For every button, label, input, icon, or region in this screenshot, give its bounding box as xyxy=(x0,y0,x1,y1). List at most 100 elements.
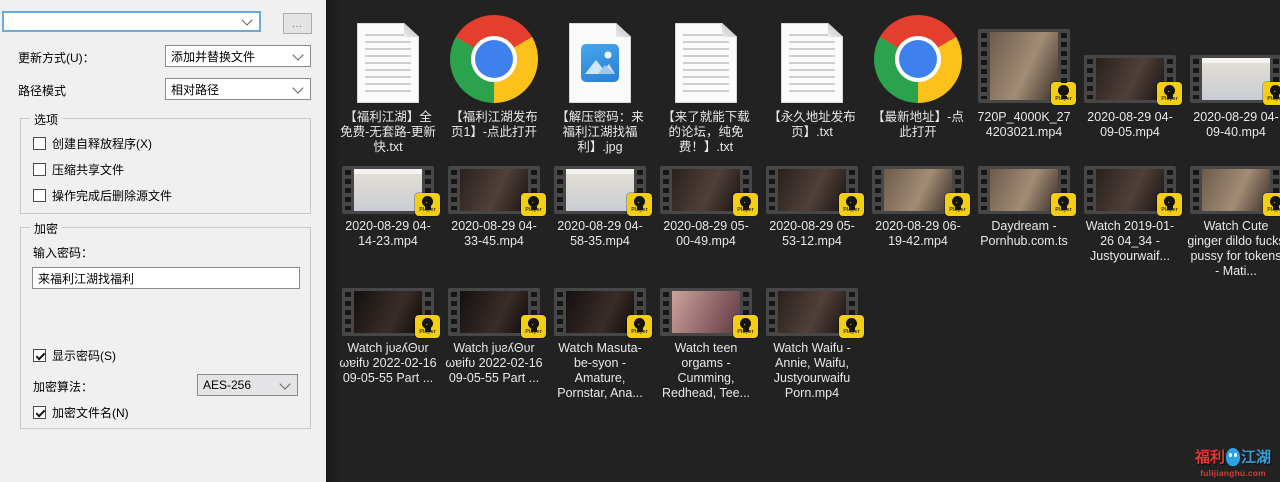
player-badge-icon: Player xyxy=(521,315,546,338)
file-name: Watch Cute ginger dildo fucks pussy for … xyxy=(1183,219,1280,279)
file-item[interactable]: Player Daydream - Pornhub.com.ts xyxy=(971,166,1077,288)
checkbox-encrypt-filenames[interactable]: 加密文件名(N) xyxy=(33,404,129,421)
archive-name-combobox[interactable] xyxy=(2,11,261,32)
text-file-icon xyxy=(357,23,419,103)
player-badge-icon: Player xyxy=(1051,193,1076,216)
video-thumbnail: Player xyxy=(448,288,540,336)
file-item[interactable]: Player 2020-08-29 04-14-23.mp4 xyxy=(335,166,441,288)
player-badge-icon: Player xyxy=(1051,82,1076,105)
file-name: Watch Waifu - Annie, Waifu, Justyourwaif… xyxy=(759,341,865,401)
file-name: 2020-08-29 05-53-12.mp4 xyxy=(759,219,865,249)
text-file-icon xyxy=(675,23,737,103)
file-item[interactable]: 【福利江湖】全免费-无套路-更新快.txt xyxy=(335,8,441,166)
player-badge-icon: Player xyxy=(1263,193,1280,216)
video-thumbnail: Player xyxy=(1084,166,1176,214)
file-item[interactable]: Player Watch jυƨʎΘυr ωɐifυ 2022-02-16 09-… xyxy=(441,288,547,401)
chevron-down-icon xyxy=(292,49,303,60)
text-file-icon xyxy=(781,23,843,103)
file-item[interactable]: Player2020-08-29 04-09-40.mp4 xyxy=(1183,8,1280,166)
chrome-icon xyxy=(874,15,962,103)
video-thumbnail: Player xyxy=(978,166,1070,214)
file-name: 【福利江湖发布页1】-点此打开 xyxy=(441,110,547,140)
video-thumbnail: Player xyxy=(448,166,540,214)
player-badge-icon: Player xyxy=(839,315,864,338)
watermark-text-left: 福利 xyxy=(1195,446,1225,467)
video-thumbnail: Player xyxy=(766,166,858,214)
file-name: Watch teen orgams - Cumming, Redhead, Te… xyxy=(653,341,759,401)
file-item[interactable]: 【来了就能下载的论坛，纯免费！】.txt xyxy=(653,8,759,166)
archive-dialog: ... 更新方式(U)： 添加并替换文件 路径模式 相对路径 选项 创建自释放程… xyxy=(0,0,326,482)
file-name: Daydream - Pornhub.com.ts xyxy=(971,219,1077,249)
file-item[interactable]: Player 2020-08-29 06-19-42.mp4 xyxy=(865,166,971,288)
password-input[interactable] xyxy=(32,267,300,289)
video-thumbnail: Player xyxy=(1190,166,1280,214)
file-grid-row: PlayerWatch jυƨʎΘυr ωɐifυ 2022-02-16 09-… xyxy=(335,288,1280,401)
file-item[interactable]: Player 720P_4000K_274203021.mp4 xyxy=(971,8,1077,166)
file-item[interactable]: PlayerWatch jυƨʎΘυr ωɐifυ 2022-02-16 09-… xyxy=(335,288,441,401)
file-name: 2020-08-29 04-58-35.mp4 xyxy=(547,219,653,249)
file-item[interactable]: 【解压密码：来福利江湖找福利】.jpg xyxy=(547,8,653,166)
file-item[interactable]: Player Watch Waifu - Annie, Waifu, Justyo… xyxy=(759,288,865,401)
player-badge-icon: Player xyxy=(945,193,970,216)
browse-button[interactable]: ... xyxy=(283,13,312,34)
path-mode-select[interactable]: 相对路径 xyxy=(165,78,311,100)
file-name: 2020-08-29 04-33-45.mp4 xyxy=(441,219,547,249)
file-item[interactable]: Player Watch 2019-01-26 04_34 - Justyourw… xyxy=(1077,166,1183,288)
player-badge-icon: Player xyxy=(415,315,440,338)
file-name: 2020-08-29 04-14-23.mp4 xyxy=(335,219,441,249)
file-item[interactable]: 【永久地址发布页】.txt xyxy=(759,8,865,166)
player-badge-icon: Player xyxy=(733,315,758,338)
checkbox-delete-source[interactable]: 操作完成后删除源文件 xyxy=(33,187,172,204)
file-item[interactable]: Player2020-08-29 04-09-05.mp4 xyxy=(1077,8,1183,166)
encryption-group-title: 加密 xyxy=(30,220,62,237)
image-file-icon xyxy=(569,23,631,103)
file-name: Watch jυƨʎΘυr ωɐifυ 2022-02-16 09-05-55 … xyxy=(441,341,547,386)
file-name: 2020-08-29 06-19-42.mp4 xyxy=(865,219,971,249)
chevron-down-icon xyxy=(279,378,290,389)
player-badge-icon: Player xyxy=(415,193,440,216)
file-grid-row: Player2020-08-29 04-14-23.mp4Player2020-… xyxy=(335,166,1280,288)
file-item[interactable]: Player Watch teen orgams - Cumming, Redhe… xyxy=(653,288,759,401)
file-name: Watch 2019-01-26 04_34 - Justyourwaif... xyxy=(1077,219,1183,264)
file-name: 2020-08-29 04-09-40.mp4 xyxy=(1183,110,1280,140)
video-thumbnail: Player xyxy=(342,288,434,336)
file-name: 【永久地址发布页】.txt xyxy=(759,110,865,140)
checkbox-compress-shared[interactable]: 压缩共享文件 xyxy=(33,161,124,178)
file-item[interactable]: Player2020-08-29 05-00-49.mp4 xyxy=(653,166,759,288)
file-item[interactable]: 【福利江湖发布页1】-点此打开 xyxy=(441,8,547,166)
file-item[interactable]: PlayerWatch Masuta-be-syon - Amature, Po… xyxy=(547,288,653,401)
player-badge-icon: Player xyxy=(1157,82,1182,105)
app-window: ... 更新方式(U)： 添加并替换文件 路径模式 相对路径 选项 创建自释放程… xyxy=(0,0,1280,482)
file-item[interactable]: 【最新地址】-点此打开 xyxy=(865,8,971,166)
file-explorer: 【福利江湖】全免费-无套路-更新快.txt【福利江湖发布页1】-点此打开【解压密… xyxy=(326,0,1280,482)
file-name: 【解压密码：来福利江湖找福利】.jpg xyxy=(547,110,653,155)
video-thumbnail: Player xyxy=(660,166,752,214)
video-thumbnail: Player xyxy=(978,29,1070,103)
file-item[interactable]: Player 2020-08-29 04-33-45.mp4 xyxy=(441,166,547,288)
update-mode-select[interactable]: 添加并替换文件 xyxy=(165,45,311,67)
video-thumbnail: Player xyxy=(554,288,646,336)
checkbox-icon xyxy=(33,137,46,150)
player-badge-icon: Player xyxy=(627,315,652,338)
path-mode-label: 路径模式 xyxy=(18,82,66,99)
file-item[interactable]: Player 2020-08-29 05-53-12.mp4 xyxy=(759,166,865,288)
file-name: 720P_4000K_274203021.mp4 xyxy=(971,110,1077,140)
player-badge-icon: Player xyxy=(627,193,652,216)
file-item[interactable]: Player 2020-08-29 04-58-35.mp4 xyxy=(547,166,653,288)
checkbox-show-password[interactable]: 显示密码(S) xyxy=(33,347,116,364)
checkbox-create-sfx[interactable]: 创建自释放程序(X) xyxy=(33,135,152,152)
file-item[interactable]: Player Watch Cute ginger dildo fucks puss… xyxy=(1183,166,1280,288)
file-name: 【来了就能下载的论坛，纯免费！】.txt xyxy=(653,110,759,155)
algorithm-select[interactable]: AES-256 xyxy=(197,374,298,396)
chevron-down-icon[interactable] xyxy=(241,14,252,25)
site-watermark: 福利 江湖 fulijianghu.com xyxy=(1190,446,1276,478)
file-name: 【福利江湖】全免费-无套路-更新快.txt xyxy=(335,110,441,155)
video-thumbnail: Player xyxy=(660,288,752,336)
file-grid-row: 【福利江湖】全免费-无套路-更新快.txt【福利江湖发布页1】-点此打开【解压密… xyxy=(335,8,1280,166)
checkbox-icon xyxy=(33,189,46,202)
player-badge-icon: Player xyxy=(839,193,864,216)
video-thumbnail: Player xyxy=(1084,55,1176,103)
watermark-text-right: 江湖 xyxy=(1241,446,1271,467)
video-thumbnail: Player xyxy=(766,288,858,336)
checkbox-icon xyxy=(33,163,46,176)
